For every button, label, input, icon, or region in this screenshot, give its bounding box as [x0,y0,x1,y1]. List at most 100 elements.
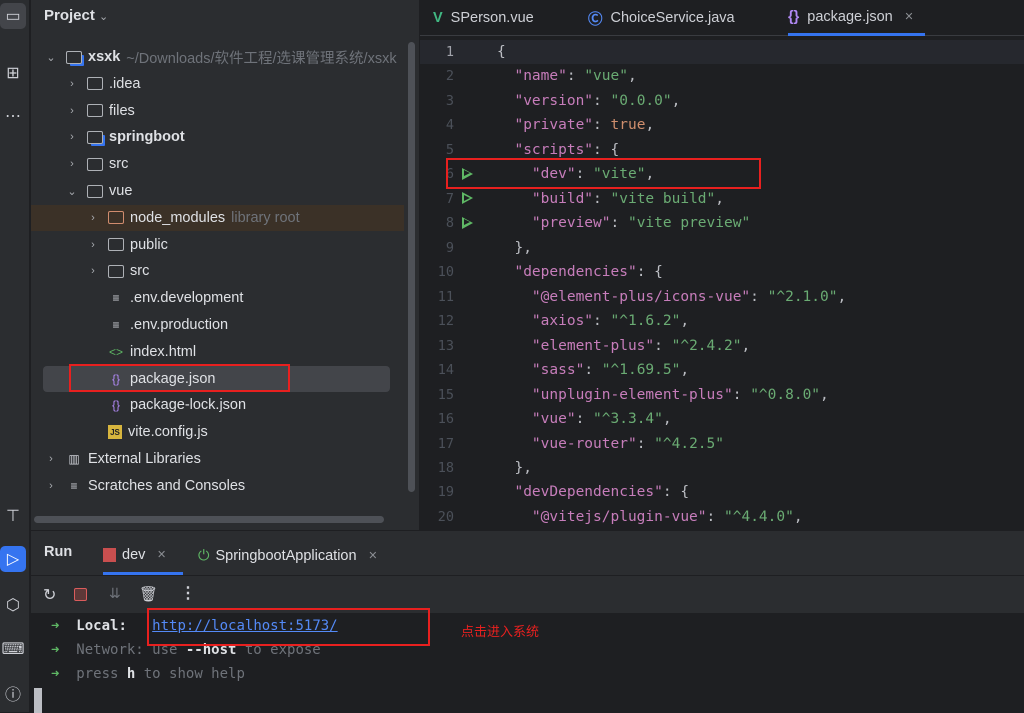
highlight-dev-script [446,158,761,189]
tree-item[interactable]: ≡.env.development [31,285,404,311]
tree-item[interactable]: ≡ .env.production [31,312,404,338]
line-number: 18 [420,456,454,480]
vue-icon: V [433,10,443,26]
help-text: press [76,666,127,682]
folder-icon [108,265,124,278]
tree-item[interactable]: › public [31,232,404,258]
code-line: }, [497,236,532,260]
tree-item[interactable]: ›src [31,151,404,177]
editor: VSPerson.vue ⒸChoiceService.java {} package… [420,0,1024,530]
code-line: "preview": "vite preview" [497,211,750,235]
chevron-right-icon[interactable]: › [44,480,58,492]
line-number: 3 [420,89,454,113]
terminal-icon[interactable]: ⌨ [0,636,26,662]
run-tab-dev[interactable]: dev × [103,537,183,575]
text-file-icon: ≡ [108,317,124,333]
tree-item[interactable]: JS vite.config.js [31,419,404,445]
line-number: 15 [420,383,454,407]
tree-item[interactable]: ›≡Scratches and Consoles [31,473,404,499]
run-tab-springboot[interactable]: ⏻ SpringbootApplication × [198,537,377,575]
project-title[interactable]: Project ⌄ [44,7,108,24]
run-script-icon[interactable] [462,217,473,229]
annotation-text: 点击进入系统 [461,621,539,640]
code-line: "dependencies": { [497,260,663,284]
tree-item[interactable]: {}package-lock.json [31,392,404,418]
editor-tab[interactable]: VSPerson.vue [433,0,534,36]
tree-item-label: xsxk [88,49,120,65]
tree-item[interactable]: › files [31,98,404,124]
tree-item[interactable]: <>index.html [31,339,404,365]
tree-item-hint: ~/Downloads/软件工程/选课管理系统/xsxk [126,47,396,68]
tree-item-label: .env.production [130,317,228,333]
chevron-right-icon[interactable]: › [65,131,79,143]
tree-item-label: public [130,237,168,253]
chevron-right-icon[interactable]: › [86,212,100,224]
tree-item-label: node_modules [130,210,225,226]
folder-icon [87,185,103,198]
editor-tab-label: ChoiceService.java [611,10,735,26]
chevron-down-icon[interactable]: ⌄ [44,51,58,64]
code-line: }, [497,456,532,480]
tree-item-label: vite.config.js [128,424,208,440]
tree-item[interactable]: ›src [31,258,404,284]
build-icon[interactable]: ⊤ [0,503,26,529]
line-number: 11 [420,285,454,309]
local-label: Local: [76,618,127,634]
tree-vertical-scrollbar[interactable] [408,42,415,492]
tree-item-label: .env.development [130,290,243,306]
close-icon[interactable]: × [157,547,165,563]
json-file-icon: {} [108,397,124,413]
chevron-right-icon[interactable]: › [65,158,79,170]
problems-icon[interactable]: ⓘ [0,680,26,706]
tree-item[interactable]: › ▥ External Libraries [31,446,404,472]
tree-horizontal-scrollbar[interactable] [34,516,384,523]
run-icon[interactable]: ▷ [0,546,26,572]
line-number: 8 [420,211,454,235]
editor-tab[interactable]: {} package.json × [788,0,925,36]
code-line: "unplugin-element-plus": "^0.8.0", [497,383,829,407]
code-line: "vue-router": "^4.2.5" [497,432,724,456]
tree-item[interactable]: ⌄vue [31,178,404,204]
libraries-icon: ▥ [66,451,82,467]
chevron-right-icon[interactable]: › [65,105,79,117]
line-number: 9 [420,236,454,260]
tree-item[interactable]: ›node_moduleslibrary root [31,205,404,231]
json-file-icon: {} [788,9,799,25]
more-icon[interactable]: ⋯ [0,103,26,129]
run-panel: Run dev × ⏻ SpringbootApplication × ↻ ⇊ … [31,530,1024,712]
chevron-right-icon[interactable]: › [65,78,79,90]
run-title: Run [44,544,72,560]
services-icon[interactable]: ⬡ [0,592,26,618]
more-options-icon[interactable]: ⋮ [180,583,196,603]
code-line: "sass": "^1.69.5", [497,358,689,382]
console-output: ➜ Local: http://localhost:5173/ ➜ Networ… [31,613,1024,713]
rerun-icon[interactable]: ↻ [43,585,56,605]
scroll-to-end-icon[interactable]: ⇊ [109,585,121,602]
line-number: 19 [420,480,454,504]
chevron-down-icon[interactable]: ⌄ [65,185,79,198]
close-icon[interactable]: × [369,548,377,564]
tree-item[interactable]: ⌄ xsxk ~/Downloads/软件工程/选课管理系统/xsxk [31,44,404,70]
tree-item[interactable]: ›.idea [31,71,404,97]
tree-item-label: index.html [130,344,196,360]
folder-icon [87,104,103,117]
stop-icon[interactable] [74,588,87,601]
run-script-icon[interactable] [462,192,473,204]
editor-tab[interactable]: ⒸChoiceService.java [588,0,735,36]
module-folder-icon [66,51,82,64]
tree-item-label: External Libraries [88,451,201,467]
close-icon[interactable]: × [905,9,913,25]
chevron-right-icon[interactable]: › [86,265,100,277]
chevron-right-icon[interactable]: › [86,239,100,251]
structure-icon[interactable]: ⊞ [0,60,26,86]
trash-icon[interactable]: 🗑 [139,585,158,603]
js-file-icon: JS [108,425,122,439]
tree-item[interactable]: ›springboot [31,124,404,150]
code-line: "private": true, [497,113,654,137]
chevron-right-icon[interactable]: › [44,453,58,465]
editor-tab-label: package.json [807,9,892,25]
editor-tabs: VSPerson.vue ⒸChoiceService.java {} package… [420,0,1024,36]
project-folder-icon[interactable]: ▭ [0,3,26,29]
tree-item-label: files [109,103,135,119]
code-line: "vue": "^3.3.4", [497,407,672,431]
